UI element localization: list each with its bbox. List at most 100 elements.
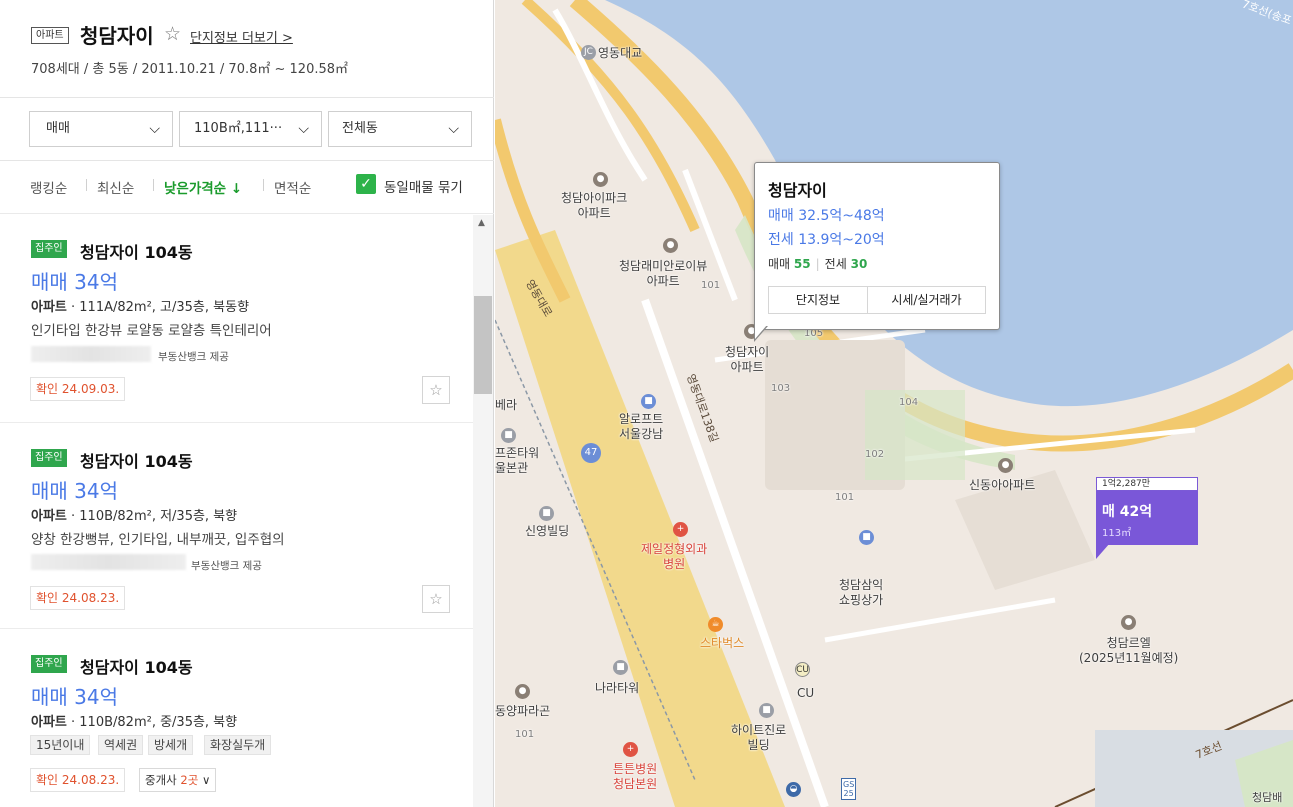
trade-type-select[interactable]: 매매 ⌵: [29, 111, 173, 147]
complex-info-link[interactable]: 단지정보 더보기 >: [190, 27, 293, 46]
listing-price: 매매 34억: [31, 479, 119, 503]
price-marker-unit-price: 1억2,287만: [1096, 477, 1198, 491]
building-number: 103: [771, 383, 791, 394]
popup-jeonse-range: 전세 13.9억~20억: [768, 232, 885, 248]
price-marker[interactable]: 1억2,287만 매 42억 113㎡: [1096, 477, 1198, 559]
map-label-fusion-tower[interactable]: 프존타워 울본관: [495, 446, 539, 476]
owner-badge: 집주인: [31, 240, 67, 258]
provider-credit: 부동산뱅크 제공: [158, 351, 229, 363]
confirm-date-tag: 확인 24.09.03.: [30, 377, 126, 401]
junction-icon: JC: [581, 45, 596, 60]
map-label-bera[interactable]: 베라: [495, 398, 517, 413]
chevron-down-icon: ⌵: [149, 121, 160, 137]
listing-card[interactable]: 집주인 청담자이 104동 매매 34억 아파트 · 110B/82m², 중/…: [0, 630, 473, 807]
hospital-icon: +: [623, 742, 638, 757]
map-label-shindonga[interactable]: 신동아아파트: [969, 478, 1035, 493]
building-icon: ■: [759, 703, 774, 718]
sort-area[interactable]: 면적순: [274, 177, 311, 197]
star-icon[interactable]: ☆: [422, 585, 450, 613]
sort-divider: [153, 179, 154, 191]
listing-list: 집주인 청담자이 104동 매매 34억 아파트 · 111A/82m², 고/…: [0, 215, 494, 807]
listing-price: 매매 34억: [31, 270, 119, 294]
map-label-cheongdam-xi[interactable]: 청담자이 아파트: [725, 345, 769, 375]
dong-select[interactable]: 전체동 ⌵: [328, 111, 472, 147]
chevron-down-icon: ⌵: [298, 121, 309, 137]
convenience-store-gs25: GS 25: [841, 778, 857, 800]
listing-price: 매매 34억: [31, 685, 119, 709]
ramp-road: [552, 8, 648, 182]
price-marker-price: 매 42억: [1102, 504, 1153, 520]
confirm-date-tag: 확인 24.08.23.: [30, 768, 126, 792]
favorite-star-icon[interactable]: ☆: [164, 23, 181, 45]
map-label-cheongdam-corner[interactable]: 청담배: [1252, 790, 1282, 805]
building-number: 101: [835, 492, 855, 503]
hotel-icon: ■: [641, 394, 656, 409]
subway-icon: ◒: [786, 782, 801, 797]
price-marker-area: 113㎡: [1102, 528, 1132, 539]
filter-bar: 매매 ⌵ 110B㎡,111··· ⌵ 전체동 ⌵: [0, 99, 494, 161]
listing-description: 인기타입 한강뷰 로얄동 로얄층 특인테리어: [31, 323, 272, 339]
map-label-yeongdong-bridge[interactable]: 영동대교: [598, 46, 642, 61]
listing-spec-type: 아파트: [31, 715, 67, 730]
listing-tag: 15년이내: [30, 735, 91, 755]
provider-credit: 부동산뱅크 제공: [191, 560, 262, 572]
map-label-cheongdam-le-el[interactable]: 청담르엘 (2025년11월예정): [1079, 636, 1178, 666]
complex-info-button[interactable]: 단지정보: [768, 286, 868, 314]
listing-tag: 방세개: [148, 735, 194, 755]
complex-summary: 708세대 / 총 5동 / 2011.10.21 / 70.8㎡ ~ 120.…: [31, 62, 349, 77]
popup-listing-counts: 매매 55 | 전세 30: [768, 255, 867, 272]
map-label-aloft[interactable]: 알로프트 서울강남: [619, 412, 663, 442]
sort-latest[interactable]: 최신순: [97, 177, 134, 197]
listing-spec-detail: · 110B/82m², 저/35층, 북향: [66, 509, 238, 524]
star-icon[interactable]: ☆: [422, 376, 450, 404]
map-label-teunteun-hospital[interactable]: 튼튼병원 청담본원: [613, 762, 657, 792]
group-same-listing-checkbox[interactable]: ✓: [356, 174, 376, 194]
chevron-down-icon: ⌵: [448, 121, 459, 137]
map-label-nara-tower[interactable]: 나라타워: [595, 681, 639, 696]
map-label-raemian[interactable]: 청담래미안로이뷰 아파트: [619, 259, 707, 289]
map-label-shinyoung-bldg[interactable]: 신영빌딩: [525, 524, 569, 539]
listing-card[interactable]: 집주인 청담자이 104동 매매 34억 아파트 · 110B/82m², 저/…: [0, 424, 473, 629]
agent-prefix: 중개사: [145, 773, 181, 787]
complex-info-popup[interactable]: 청담자이 매매 32.5억~48억 전세 13.9억~20억 매매 55 | 전세 …: [754, 162, 1000, 330]
listing-title[interactable]: 청담자이 104동: [80, 239, 193, 263]
app-root: 아파트 청담자이 ☆ 단지정보 더보기 > 708세대 / 총 5동 / 201…: [0, 0, 1293, 807]
listing-title[interactable]: 청담자이 104동: [80, 448, 193, 472]
map-label-hitejinro[interactable]: 하이트진로 빌딩: [731, 723, 786, 753]
map-label-jeil-hospital[interactable]: 제일정형외과 병원: [641, 542, 707, 572]
sort-ranking[interactable]: 랭킹순: [30, 177, 67, 197]
scrollbar-thumb[interactable]: [474, 296, 492, 394]
map-view[interactable]: JC 영동대교 ● 청담아이파크 아파트 ● 청담래미안로이뷰 아파트 101 …: [495, 0, 1293, 807]
convenience-store-icon: CU: [795, 662, 810, 677]
map-label-dongyang-paragon[interactable]: 동양파라곤: [495, 704, 550, 719]
agent-count-dropdown[interactable]: 중개사 2곳 ∨: [139, 768, 217, 792]
listing-card[interactable]: 집주인 청담자이 104동 매매 34억 아파트 · 111A/82m², 고/…: [0, 215, 473, 423]
chevron-down-icon: ∨: [198, 773, 211, 787]
building-number: 101: [701, 280, 721, 291]
map-label-cheongdam-ipark[interactable]: 청담아이파크 아파트: [561, 191, 627, 221]
map-label-samik-shopping[interactable]: 청담삼익 쇼핑상가: [839, 578, 883, 608]
apartment-icon: ●: [1121, 615, 1136, 630]
sort-divider: [86, 179, 87, 191]
scroll-up-arrow-icon[interactable]: ▲: [478, 218, 485, 228]
popup-jeonse-count: 30: [850, 257, 868, 271]
listing-title[interactable]: 청담자이 104동: [80, 654, 193, 678]
apartment-icon: ●: [515, 684, 530, 699]
cafe-icon: ☕: [708, 617, 723, 632]
hospital-icon: +: [673, 522, 688, 537]
listing-description: 양창 한강뻥뷰, 인기타입, 내부깨끗, 입주협의: [31, 532, 285, 548]
complex-name: 청담자이: [80, 24, 154, 48]
listing-spec-type: 아파트: [31, 509, 67, 524]
listing-panel: 아파트 청담자이 ☆ 단지정보 더보기 > 708세대 / 총 5동 / 201…: [0, 0, 494, 807]
map-label-starbucks[interactable]: 스타벅스: [700, 636, 744, 651]
group-same-listing-label[interactable]: 동일매물 묶기: [384, 176, 463, 196]
sort-low-price[interactable]: 낮은가격순 ↓: [164, 177, 242, 197]
area-value: 110B㎡,111···: [194, 121, 283, 136]
shopping-icon: ■: [859, 530, 874, 545]
price-history-button[interactable]: 시세/실거래가: [867, 286, 986, 314]
popup-title: 청담자이: [768, 181, 827, 200]
area-select[interactable]: 110B㎡,111··· ⌵: [179, 111, 322, 147]
map-label-cu[interactable]: CU: [797, 686, 814, 701]
popup-divider: |: [815, 257, 820, 271]
building-number: 102: [865, 449, 885, 460]
